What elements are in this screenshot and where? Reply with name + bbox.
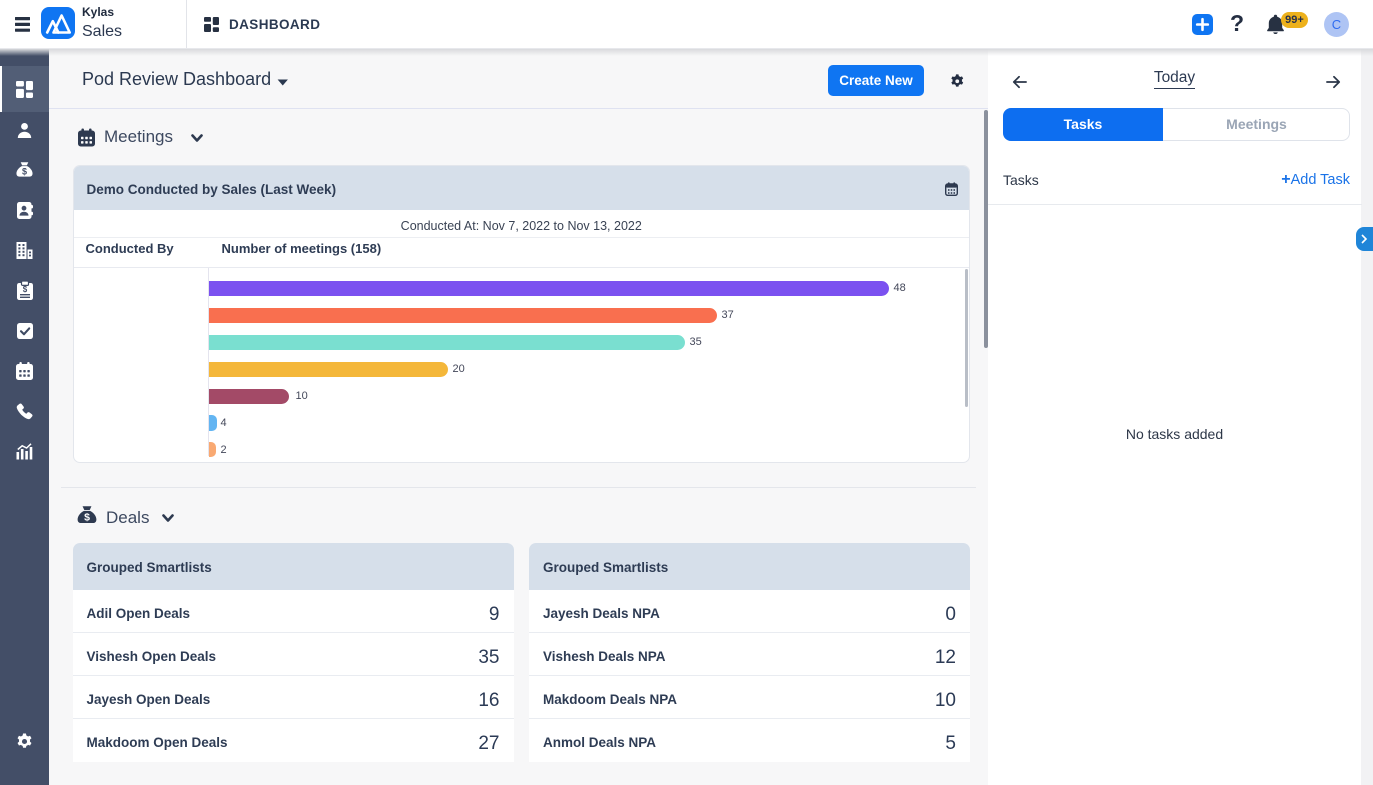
svg-text:$: $ — [84, 511, 90, 523]
svg-text:$: $ — [22, 285, 27, 294]
svg-text:$: $ — [22, 166, 27, 176]
